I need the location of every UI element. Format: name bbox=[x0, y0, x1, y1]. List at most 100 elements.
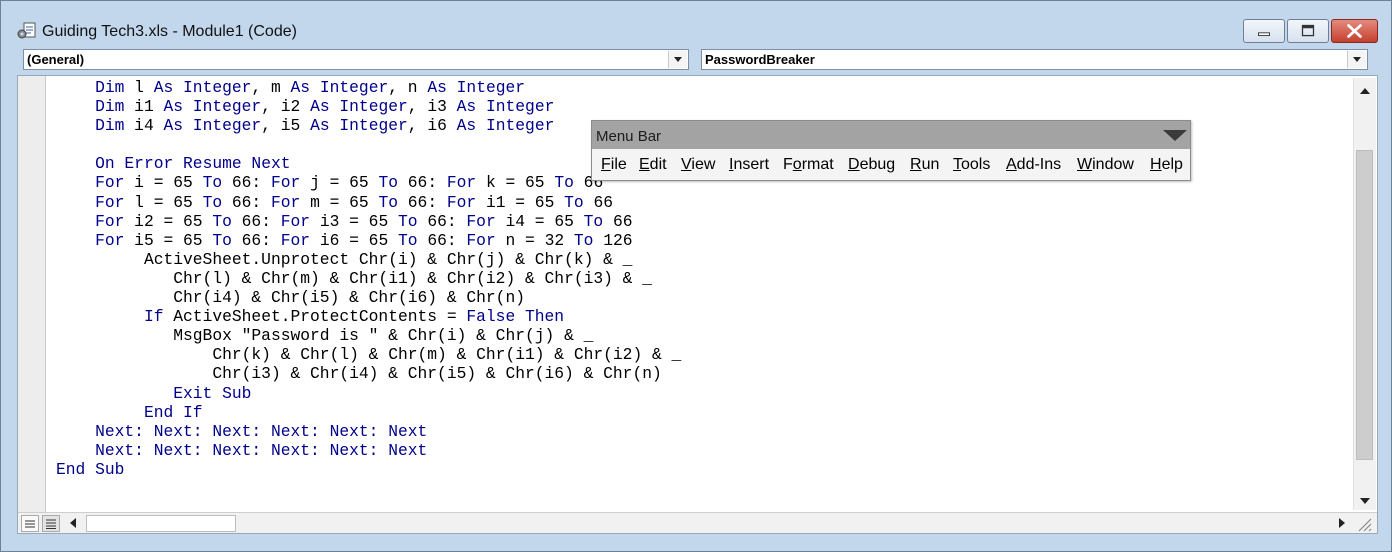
horizontal-scroll-thumb[interactable] bbox=[86, 515, 236, 532]
close-button[interactable] bbox=[1331, 19, 1378, 43]
code-text: MsgBox "Password is " & Chr(i) & Chr(j) … bbox=[173, 326, 594, 346]
code-keyword: For bbox=[270, 192, 301, 212]
code-keyword: Dim bbox=[95, 116, 125, 136]
code-line[interactable]: Chr(k) & Chr(l) & Chr(m) & Chr(i1) & Chr… bbox=[56, 345, 681, 364]
menu-bar-title: Menu Bar bbox=[596, 128, 662, 145]
code-line[interactable]: For i = 65 To 66: For j = 65 To 66: For … bbox=[56, 173, 681, 192]
code-line[interactable]: Dim i4 As Integer, i5 As Integer, i6 As … bbox=[56, 116, 681, 135]
scroll-left-icon[interactable] bbox=[64, 513, 84, 533]
code-line[interactable]: Chr(i4) & Chr(i5) & Chr(i6) & Chr(n) bbox=[56, 288, 681, 307]
code-line[interactable] bbox=[56, 135, 681, 154]
code-line[interactable]: For i2 = 65 To 66: For i3 = 65 To 66: Fo… bbox=[56, 212, 681, 231]
menu-accelerator: I bbox=[729, 156, 734, 173]
menu-items: File Edit View Insert Format Debug Run T… bbox=[592, 156, 1190, 180]
code-line[interactable]: On Error Resume Next bbox=[56, 154, 681, 173]
code-text: i1 = 65 bbox=[476, 192, 565, 212]
code-text: Chr(i3) & Chr(i4) & Chr(i5) & Chr(i6) & … bbox=[212, 364, 662, 384]
code-keyword: For bbox=[95, 230, 125, 250]
toolbar-options-icon[interactable] bbox=[1162, 127, 1188, 143]
menu-insert[interactable]: Insert bbox=[729, 156, 769, 174]
menu-bar-caption[interactable]: Menu Bar bbox=[592, 121, 1190, 149]
vba-module-icon[interactable] bbox=[17, 21, 39, 41]
margin-indicator-bar[interactable] bbox=[18, 76, 46, 512]
code-keyword: End If bbox=[143, 402, 203, 422]
code-line[interactable]: Dim l As Integer, m As Integer, n As Int… bbox=[56, 78, 681, 97]
menu-file[interactable]: File bbox=[601, 156, 627, 174]
code-keyword: To bbox=[378, 192, 399, 212]
code-keyword: As Integer bbox=[427, 78, 526, 97]
maximize-icon bbox=[1301, 24, 1315, 37]
code-text: k = 65 bbox=[476, 173, 555, 193]
code-text: i4 = 65 bbox=[495, 211, 584, 231]
code-keyword: To bbox=[554, 173, 574, 193]
procedure-combo-dropdown[interactable] bbox=[1347, 51, 1366, 68]
code-line[interactable]: End If bbox=[56, 403, 681, 422]
menu-bar-toolbar[interactable]: Menu Bar File Edit View Insert Format De… bbox=[591, 120, 1191, 181]
code-line[interactable]: Chr(i3) & Chr(i4) & Chr(i5) & Chr(i6) & … bbox=[56, 364, 681, 383]
code-keyword: To bbox=[398, 211, 418, 231]
code-text: , i6 bbox=[407, 116, 457, 136]
size-grip-icon[interactable] bbox=[1355, 515, 1373, 533]
code-line[interactable]: Next: Next: Next: Next: Next: Next bbox=[56, 422, 681, 441]
menu-add-ins[interactable]: Add-Ins bbox=[1006, 156, 1061, 174]
object-combo[interactable]: (General) bbox=[23, 49, 689, 70]
maximize-button[interactable] bbox=[1287, 19, 1329, 43]
menu-accelerator: W bbox=[1077, 156, 1093, 173]
menu-accelerator: R bbox=[910, 156, 922, 173]
menu-edit[interactable]: Edit bbox=[639, 156, 667, 174]
code-line[interactable]: If ActiveSheet.ProtectContents = False T… bbox=[56, 307, 681, 326]
code-text: 66 bbox=[603, 211, 633, 231]
code-line[interactable]: For l = 65 To 66: For m = 65 To 66: For … bbox=[56, 193, 681, 212]
code-text: n = 32 bbox=[495, 230, 574, 250]
code-keyword: Exit Sub bbox=[173, 383, 252, 403]
code-line[interactable]: ActiveSheet.Unprotect Chr(i) & Chr(j) & … bbox=[56, 250, 681, 269]
code-keyword: As Integer bbox=[310, 116, 408, 136]
code-keyword: If bbox=[143, 307, 164, 327]
code-text: ActiveSheet.Unprotect Chr(i) & Chr(j) & … bbox=[143, 249, 633, 269]
code-keyword: For bbox=[95, 192, 125, 212]
code-text: Chr(k) & Chr(l) & Chr(m) & Chr(i1) & Chr… bbox=[212, 345, 682, 365]
code-line[interactable]: Next: Next: Next: Next: Next: Next bbox=[56, 441, 681, 460]
full-module-view-button[interactable] bbox=[42, 515, 60, 532]
menu-format[interactable]: Format bbox=[783, 156, 834, 174]
menu-help[interactable]: Help bbox=[1150, 156, 1183, 174]
scroll-up-icon[interactable] bbox=[1354, 80, 1376, 102]
code-text: 66 bbox=[583, 192, 613, 212]
scroll-down-icon[interactable] bbox=[1354, 490, 1376, 512]
procedure-combo[interactable]: PasswordBreaker bbox=[701, 49, 1368, 70]
code-text: j = 65 bbox=[300, 173, 379, 193]
code-keyword: For bbox=[270, 173, 301, 193]
vertical-scroll-thumb[interactable] bbox=[1356, 150, 1373, 460]
object-combo-dropdown[interactable] bbox=[668, 51, 687, 68]
menu-view[interactable]: View bbox=[681, 156, 715, 174]
menu-accelerator: T bbox=[953, 156, 961, 173]
menu-accelerator: o bbox=[792, 156, 802, 173]
code-keyword: For bbox=[280, 211, 311, 231]
menu-tools[interactable]: Tools bbox=[953, 156, 990, 174]
code-text: 66: bbox=[231, 230, 281, 250]
menu-window[interactable]: Window bbox=[1077, 156, 1134, 174]
code-keyword: To bbox=[212, 211, 232, 231]
code-text: 126 bbox=[593, 230, 633, 250]
scroll-right-icon[interactable] bbox=[1331, 513, 1351, 533]
code-line[interactable]: End Sub bbox=[56, 460, 681, 479]
code-keyword: To bbox=[202, 192, 223, 212]
code-line[interactable]: Dim i1 As Integer, i2 As Integer, i3 As … bbox=[56, 97, 681, 116]
code-keyword: For bbox=[280, 230, 311, 250]
code-area[interactable]: Dim l As Integer, m As Integer, n As Int… bbox=[56, 78, 681, 479]
menu-run[interactable]: Run bbox=[910, 156, 939, 174]
menu-debug[interactable]: Debug bbox=[848, 156, 895, 174]
menu-accelerator: F bbox=[601, 156, 611, 173]
vertical-scrollbar[interactable] bbox=[1353, 78, 1376, 510]
code-text: 66: bbox=[231, 211, 281, 231]
code-keyword: End Sub bbox=[56, 459, 125, 479]
code-line[interactable]: MsgBox "Password is " & Chr(i) & Chr(j) … bbox=[56, 326, 681, 345]
procedure-view-button[interactable] bbox=[21, 515, 39, 532]
code-keyword: For bbox=[446, 192, 477, 212]
code-keyword: To bbox=[398, 230, 418, 250]
code-line[interactable]: Exit Sub bbox=[56, 384, 681, 403]
minimize-button[interactable] bbox=[1243, 19, 1285, 43]
code-line[interactable]: For i5 = 65 To 66: For i6 = 65 To 66: Fo… bbox=[56, 231, 681, 250]
code-line[interactable]: Chr(l) & Chr(m) & Chr(i1) & Chr(i2) & Ch… bbox=[56, 269, 681, 288]
title-bar[interactable]: Guiding Tech3.xls - Module1 (Code) bbox=[1, 1, 1391, 45]
